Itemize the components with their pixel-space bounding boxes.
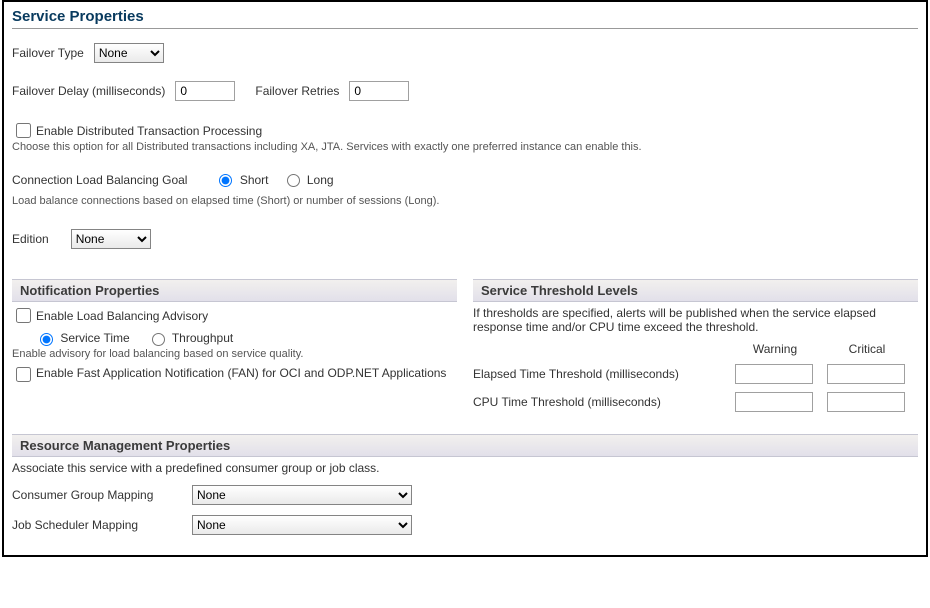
cpu-threshold-label: CPU Time Threshold (milliseconds) bbox=[473, 395, 723, 409]
consumer-group-select[interactable]: None bbox=[192, 485, 412, 505]
job-scheduler-label: Job Scheduler Mapping bbox=[12, 518, 192, 532]
failover-delay-label: Failover Delay (milliseconds) bbox=[12, 84, 165, 98]
threshold-warning-header: Warning bbox=[735, 342, 815, 356]
cpu-warning-input[interactable] bbox=[735, 392, 813, 412]
lba-throughput-radio[interactable] bbox=[152, 333, 165, 346]
clb-goal-help: Load balance connections based on elapse… bbox=[12, 195, 918, 207]
thresholds-desc: If thresholds are specified, alerts will… bbox=[473, 306, 918, 334]
resource-desc: Associate this service with a predefined… bbox=[12, 461, 918, 475]
lba-help: Enable advisory for load balancing based… bbox=[12, 348, 457, 360]
elapsed-warning-input[interactable] bbox=[735, 364, 813, 384]
failover-type-select[interactable]: None bbox=[94, 43, 164, 63]
clb-long-radio[interactable] bbox=[287, 174, 300, 187]
enable-dtp-label: Enable Distributed Transaction Processin… bbox=[36, 124, 262, 138]
cpu-critical-input[interactable] bbox=[827, 392, 905, 412]
elapsed-threshold-label: Elapsed Time Threshold (milliseconds) bbox=[473, 367, 723, 381]
failover-retries-label: Failover Retries bbox=[255, 84, 339, 98]
edition-select[interactable]: None bbox=[71, 229, 151, 249]
page-title: Service Properties bbox=[12, 6, 918, 29]
failover-delay-input[interactable] bbox=[175, 81, 235, 101]
elapsed-critical-input[interactable] bbox=[827, 364, 905, 384]
thresholds-header: Service Threshold Levels bbox=[473, 279, 918, 302]
failover-retries-input[interactable] bbox=[349, 81, 409, 101]
resource-header: Resource Management Properties bbox=[12, 434, 918, 457]
lba-service-time-option[interactable]: Service Time bbox=[40, 331, 130, 345]
enable-dtp-checkbox[interactable] bbox=[16, 123, 31, 138]
clb-goal-label: Connection Load Balancing Goal bbox=[12, 173, 187, 187]
clb-long-option[interactable]: Long bbox=[287, 173, 334, 187]
enable-lba-label: Enable Load Balancing Advisory bbox=[36, 309, 208, 323]
lba-service-time-radio[interactable] bbox=[40, 333, 53, 346]
edition-label: Edition bbox=[12, 232, 49, 246]
lba-throughput-option[interactable]: Throughput bbox=[152, 331, 234, 345]
notification-header: Notification Properties bbox=[12, 279, 457, 302]
enable-dtp-help: Choose this option for all Distributed t… bbox=[12, 141, 918, 153]
clb-short-option[interactable]: Short bbox=[219, 173, 268, 187]
failover-type-label: Failover Type bbox=[12, 46, 84, 60]
job-scheduler-select[interactable]: None bbox=[192, 515, 412, 535]
enable-fan-label: Enable Fast Application Notification (FA… bbox=[36, 366, 446, 380]
threshold-critical-header: Critical bbox=[827, 342, 907, 356]
enable-fan-checkbox[interactable] bbox=[16, 367, 31, 382]
enable-lba-checkbox[interactable] bbox=[16, 308, 31, 323]
consumer-group-label: Consumer Group Mapping bbox=[12, 488, 192, 502]
clb-short-radio[interactable] bbox=[219, 174, 232, 187]
